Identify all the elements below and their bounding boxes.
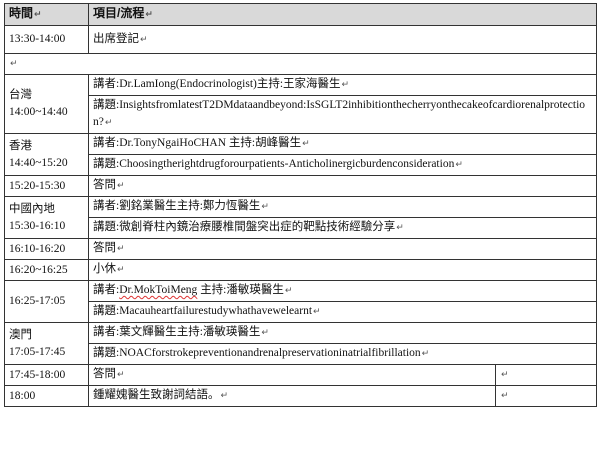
paragraph-mark-icon: ↵	[284, 286, 293, 296]
item-cell: 答問↵	[88, 364, 496, 386]
speaker-cell: 講者:Dr.TonyNgaiHoCHAN 主持:胡峰醫生↵	[87, 133, 598, 155]
table-row: 講題:InsightsfromlatestT2DMdataandbeyond:I…	[5, 95, 598, 134]
table-header-row: 時間↵ 項目/流程↵	[4, 3, 598, 26]
table-row: 16:25-17:05 講者:Dr.MokToiMeng 主持:潘敏瑛醫生↵	[4, 280, 598, 323]
time-label: 14:40~15:20	[9, 156, 68, 169]
header-time: 時間	[9, 6, 34, 20]
region-label: 中國內地	[9, 202, 55, 215]
paragraph-mark-icon: ↵	[117, 181, 125, 191]
paragraph-mark-icon: ↵	[261, 202, 269, 212]
header-item: 項目/流程	[93, 6, 145, 20]
empty-cell: ↵	[494, 385, 598, 407]
topic-cell: 講題:微創脊柱內鏡治療腰椎間盤突出症的靶點技術經驗分享↵	[87, 217, 598, 239]
paragraph-mark-icon: ↵	[117, 265, 125, 275]
table-row: 13:30-14:00 出席登記↵	[4, 25, 598, 54]
header-time-cell: 時間↵	[4, 3, 89, 26]
table-row: 澳門 17:05-17:45 講者:葉文輝醫生主持:潘敏瑛醫生↵	[4, 322, 598, 365]
item-cell: 鍾耀媿醫生致謝詞結語。↵	[88, 385, 496, 407]
speaker-cell: 講者:劉銘業醫生主持:鄭力恆醫生↵	[87, 196, 598, 218]
table-row: 講題:微創脊柱內鏡治療腰椎間盤突出症的靶點技術經驗分享↵	[5, 217, 598, 239]
speaker-cell: 講者:葉文輝醫生主持:潘敏瑛醫生↵	[87, 322, 598, 344]
table-row: 中國內地 15:30-16:10 講者:劉銘業醫生主持:鄭力恆醫生↵	[4, 196, 598, 239]
time-cell: 18:00	[4, 385, 89, 407]
time-label: 17:05-17:45	[9, 345, 66, 358]
region-time-cell: 香港 14:40~15:20	[4, 133, 89, 176]
table-row: 16:10-16:20 答問↵	[4, 238, 598, 260]
region-time-cell: 台灣 14:00~14:40	[4, 74, 89, 134]
paragraph-mark-icon: ↵	[10, 59, 18, 69]
paragraph-mark-icon: ↵	[501, 391, 509, 401]
paragraph-mark-icon: ↵	[117, 370, 125, 380]
paragraph-mark-icon: ↵	[341, 80, 350, 90]
region-time-cell: 中國內地 15:30-16:10	[4, 196, 89, 239]
topic-cell: 講題:NOACforstrokepreventionandrenalpreser…	[87, 343, 598, 365]
region-label: 澳門	[9, 328, 32, 341]
paragraph-mark-icon: ↵	[104, 118, 113, 128]
region-label: 台灣	[9, 89, 32, 101]
paragraph-mark-icon: ↵	[117, 244, 125, 254]
item-cell: 答問↵	[87, 175, 598, 197]
item-cell: 出席登記↵	[87, 25, 598, 54]
item-cell: 小休↵	[87, 259, 598, 281]
paragraph-mark-icon: ↵	[302, 139, 310, 149]
paragraph-mark-icon: ↵	[421, 349, 430, 359]
time-cell: 17:45-18:00	[4, 364, 89, 386]
time-cell: 16:10-16:20	[4, 238, 89, 260]
topic-cell: 講題:Macauheartfailurestudywhathavewelearn…	[87, 301, 598, 323]
item-cell: 答問↵	[87, 238, 598, 260]
time-cell: 16:20~16:25	[4, 259, 89, 281]
table-row: 講題:NOACforstrokepreventionandrenalpreser…	[5, 343, 598, 365]
paragraph-mark-icon: ↵	[145, 10, 153, 20]
time-cell: 16:25-17:05	[4, 280, 89, 323]
paragraph-mark-icon: ↵	[455, 160, 463, 170]
table-row: 16:20~16:25 小休↵	[4, 259, 598, 281]
paragraph-mark-icon: ↵	[34, 10, 42, 20]
paragraph-mark-icon: ↵	[261, 328, 269, 338]
table-row: 17:45-18:00 答問↵ ↵	[4, 364, 598, 386]
table-row: 講題:Choosingtherightdrugforourpatients-An…	[5, 154, 598, 176]
table-row: 講題:Macauheartfailurestudywhathavewelearn…	[5, 301, 598, 323]
header-item-cell: 項目/流程↵	[87, 3, 598, 26]
agenda-table: 時間↵ 項目/流程↵ 13:30-14:00 出席登記↵ ↵ 台灣 14:00~…	[3, 3, 598, 407]
time-label: 15:30-16:10	[9, 219, 66, 232]
speaker-cell: 講者:Dr.LamIong(Endocrinologist)主持:王家海醫生↵	[87, 74, 598, 96]
table-row: 15:20-15:30 答問↵	[4, 175, 598, 197]
time-cell: 15:20-15:30	[4, 175, 89, 197]
region-label: 香港	[9, 139, 32, 152]
paragraph-mark-icon: ↵	[396, 223, 404, 233]
spellcheck-name: Dr.MokToiMeng	[119, 284, 198, 296]
spacer-cell: ↵	[3, 53, 598, 75]
paragraph-mark-icon: ↵	[220, 391, 229, 401]
time-label: 14:00~14:40	[9, 106, 68, 118]
empty-cell: ↵	[494, 364, 598, 386]
spacer-row: ↵	[3, 53, 598, 75]
topic-cell: 講題:InsightsfromlatestT2DMdataandbeyond:I…	[87, 95, 598, 134]
paragraph-mark-icon: ↵	[501, 370, 509, 380]
region-time-cell: 澳門 17:05-17:45	[4, 322, 89, 365]
paragraph-mark-icon: ↵	[140, 34, 148, 45]
speaker-cell: 講者:Dr.MokToiMeng 主持:潘敏瑛醫生↵	[87, 280, 598, 302]
table-row: 台灣 14:00~14:40 講者:Dr.LamIong(Endocrinolo…	[4, 74, 598, 134]
table-row: 18:00 鍾耀媿醫生致謝詞結語。↵ ↵	[4, 385, 598, 407]
table-row: 香港 14:40~15:20 講者:Dr.TonyNgaiHoCHAN 主持:胡…	[4, 133, 598, 176]
topic-cell: 講題:Choosingtherightdrugforourpatients-An…	[87, 154, 598, 176]
paragraph-mark-icon: ↵	[313, 307, 321, 317]
time-cell: 13:30-14:00	[4, 25, 89, 54]
